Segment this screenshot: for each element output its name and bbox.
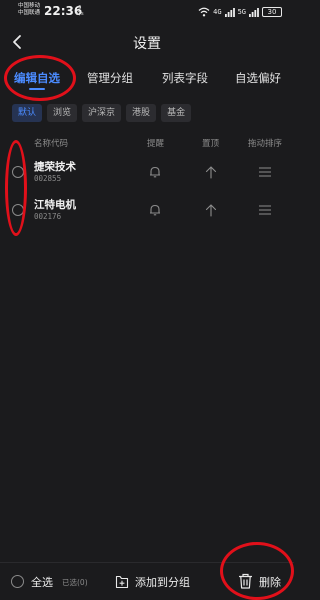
signal-label-1: 4G bbox=[213, 8, 222, 16]
net-speed: 5 K/s bbox=[76, 5, 84, 17]
status-bar: 中国移动 中国联通 22:36 5 K/s 4G 5G 30 bbox=[0, 0, 294, 24]
selected-count: 已选(0) bbox=[62, 578, 88, 587]
drag-handle-icon[interactable] bbox=[258, 203, 272, 217]
status-icons: 4G 5G 30 bbox=[198, 5, 282, 19]
carrier-1: 中国移动 bbox=[18, 3, 41, 9]
battery-icon: 30 bbox=[262, 7, 282, 17]
red-circle-annotation bbox=[220, 542, 294, 600]
group-filter-chips: 默认 浏览 沪深京 港股 基金 bbox=[12, 104, 192, 122]
stock-row[interactable]: 捷荣技术 002855 bbox=[0, 152, 294, 192]
page-title: 设置 bbox=[133, 36, 161, 52]
stock-code: 002855 bbox=[34, 174, 62, 183]
red-circle-annotation bbox=[5, 140, 27, 236]
tab-watchlist-preferences[interactable]: 自选偏好 bbox=[235, 70, 281, 86]
bell-icon[interactable] bbox=[148, 203, 162, 217]
add-folder-icon[interactable] bbox=[115, 574, 129, 589]
column-header-pin-top: 置顶 bbox=[202, 139, 220, 149]
signal-label-2: 5G bbox=[237, 8, 246, 16]
red-circle-annotation bbox=[4, 55, 76, 101]
column-header-remind: 提醒 bbox=[147, 139, 165, 149]
stock-name: 捷荣技术 bbox=[34, 161, 76, 173]
signal-bars-icon bbox=[224, 8, 235, 17]
select-all-label[interactable]: 全选 bbox=[31, 574, 53, 590]
signal-bars-icon bbox=[249, 8, 259, 17]
stock-name: 江特电机 bbox=[34, 199, 76, 211]
chip-shanghai-shenzhen-beijing[interactable]: 沪深京 bbox=[82, 104, 122, 122]
carrier-info: 中国移动 中国联通 bbox=[18, 3, 40, 17]
column-header-name-code: 名称代码 bbox=[34, 139, 69, 149]
nav-header: 设置 bbox=[0, 28, 294, 58]
carrier-2: 中国联通 bbox=[18, 10, 41, 16]
wifi-icon bbox=[198, 7, 210, 17]
tab-manage-groups[interactable]: 管理分组 bbox=[87, 70, 133, 86]
drag-handle-icon[interactable] bbox=[258, 165, 272, 179]
chip-browse[interactable]: 浏览 bbox=[47, 104, 78, 122]
bell-icon[interactable] bbox=[148, 165, 162, 179]
pin-top-arrow-icon[interactable] bbox=[204, 203, 218, 217]
stock-code: 002176 bbox=[34, 212, 62, 221]
column-header-drag-sort: 拖动排序 bbox=[248, 139, 283, 149]
pin-top-arrow-icon[interactable] bbox=[204, 165, 218, 179]
chip-default[interactable]: 默认 bbox=[12, 104, 43, 122]
stock-row[interactable]: 江特电机 002176 bbox=[0, 190, 294, 230]
chip-funds[interactable]: 基金 bbox=[161, 104, 192, 122]
tab-list-fields[interactable]: 列表字段 bbox=[162, 70, 208, 86]
chip-hong-kong-stocks[interactable]: 港股 bbox=[126, 104, 157, 122]
add-to-group-button[interactable]: 添加到分组 bbox=[135, 574, 190, 590]
select-all-radio[interactable] bbox=[11, 575, 24, 588]
